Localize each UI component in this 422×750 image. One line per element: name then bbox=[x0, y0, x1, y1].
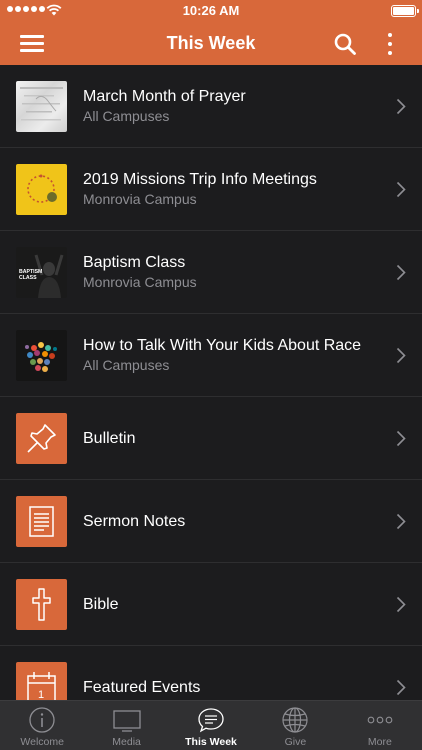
bible-thumbnail bbox=[16, 579, 67, 630]
pushpin-icon bbox=[27, 424, 56, 453]
chevron-right-icon bbox=[396, 98, 406, 115]
list-item[interactable]: Bulletin bbox=[0, 397, 422, 480]
chevron-right-icon bbox=[396, 181, 406, 198]
svg-text:1: 1 bbox=[38, 689, 44, 700]
document-icon bbox=[29, 506, 54, 537]
sermon-notes-thumbnail bbox=[16, 496, 67, 547]
bulletin-thumbnail bbox=[16, 413, 67, 464]
nav-bar: This Week bbox=[0, 22, 422, 65]
list-item[interactable]: 2019 Missions Trip Info Meetings Monrovi… bbox=[0, 148, 422, 231]
ellipsis-icon bbox=[367, 716, 393, 724]
chevron-right-icon bbox=[396, 430, 406, 447]
tab-label: More bbox=[367, 736, 392, 748]
status-time: 10:26 AM bbox=[182, 3, 240, 18]
tab-this-week[interactable]: This Week bbox=[169, 701, 253, 750]
page-title: This Week bbox=[166, 33, 256, 53]
list-item-title: March Month of Prayer bbox=[83, 88, 246, 105]
list-item-subtitle: Monrovia Campus bbox=[83, 274, 197, 290]
featured-events-thumbnail: 1 bbox=[16, 662, 67, 700]
tab-give[interactable]: Give bbox=[253, 701, 337, 750]
tab-media[interactable]: Media bbox=[84, 701, 168, 750]
chevron-right-icon bbox=[396, 679, 406, 696]
tab-label: This Week bbox=[185, 736, 237, 748]
tab-label: Welcome bbox=[20, 736, 64, 748]
list-item-title: How to Talk With Your Kids About Race bbox=[83, 337, 362, 354]
list-item[interactable]: BAPTISM CLASS Baptism Class Monrovia Cam… bbox=[0, 231, 422, 314]
chevron-right-icon bbox=[396, 596, 406, 613]
list-item-subtitle: All Campuses bbox=[83, 357, 170, 373]
globe-icon bbox=[282, 707, 309, 733]
tab-label: Media bbox=[112, 736, 141, 748]
chevron-right-icon bbox=[396, 264, 406, 281]
list-item[interactable]: Sermon Notes bbox=[0, 480, 422, 563]
tab-label: Give bbox=[284, 736, 307, 748]
list-item-title: 2019 Missions Trip Info Meetings bbox=[83, 171, 317, 188]
tab-more[interactable]: More bbox=[338, 701, 422, 750]
more-options-icon[interactable] bbox=[380, 31, 400, 57]
calendar-icon: 1 bbox=[27, 672, 56, 700]
list-item[interactable]: Bible bbox=[0, 563, 422, 646]
tab-welcome[interactable]: Welcome bbox=[0, 701, 84, 750]
race-thumbnail bbox=[16, 330, 67, 381]
list-item-title: Bible bbox=[83, 595, 119, 613]
list-item[interactable]: March Month of Prayer All Campuses bbox=[0, 65, 422, 148]
status-bar: 10:26 AM bbox=[0, 0, 422, 22]
svg-text:CLASS: CLASS bbox=[19, 275, 37, 281]
battery-icon bbox=[391, 5, 419, 17]
list-item-subtitle: All Campuses bbox=[83, 108, 170, 124]
list-item[interactable]: 1 Featured Events bbox=[0, 646, 422, 700]
tv-icon bbox=[112, 710, 141, 732]
list-item-title: Bulletin bbox=[83, 429, 136, 447]
chat-icon bbox=[198, 708, 224, 733]
baptism-thumbnail: BAPTISM CLASS bbox=[16, 247, 67, 298]
list-item-title: Featured Events bbox=[83, 678, 201, 696]
chevron-right-icon bbox=[396, 513, 406, 530]
info-icon bbox=[29, 707, 55, 733]
chevron-right-icon bbox=[396, 347, 406, 364]
list-item-subtitle: Monrovia Campus bbox=[83, 191, 197, 207]
search-icon[interactable] bbox=[333, 32, 357, 56]
missions-thumbnail bbox=[16, 164, 67, 215]
prayer-thumbnail bbox=[16, 81, 67, 132]
list-item-title: Baptism Class bbox=[83, 254, 186, 271]
tab-bar: Welcome Media This Week Give More bbox=[0, 700, 422, 750]
cross-icon bbox=[32, 588, 51, 621]
list-item[interactable]: How to Talk With Your Kids About Race Al… bbox=[0, 314, 422, 397]
content-list: March Month of Prayer All Campuses 2019 … bbox=[0, 65, 422, 700]
list-item-title: Sermon Notes bbox=[83, 512, 186, 530]
